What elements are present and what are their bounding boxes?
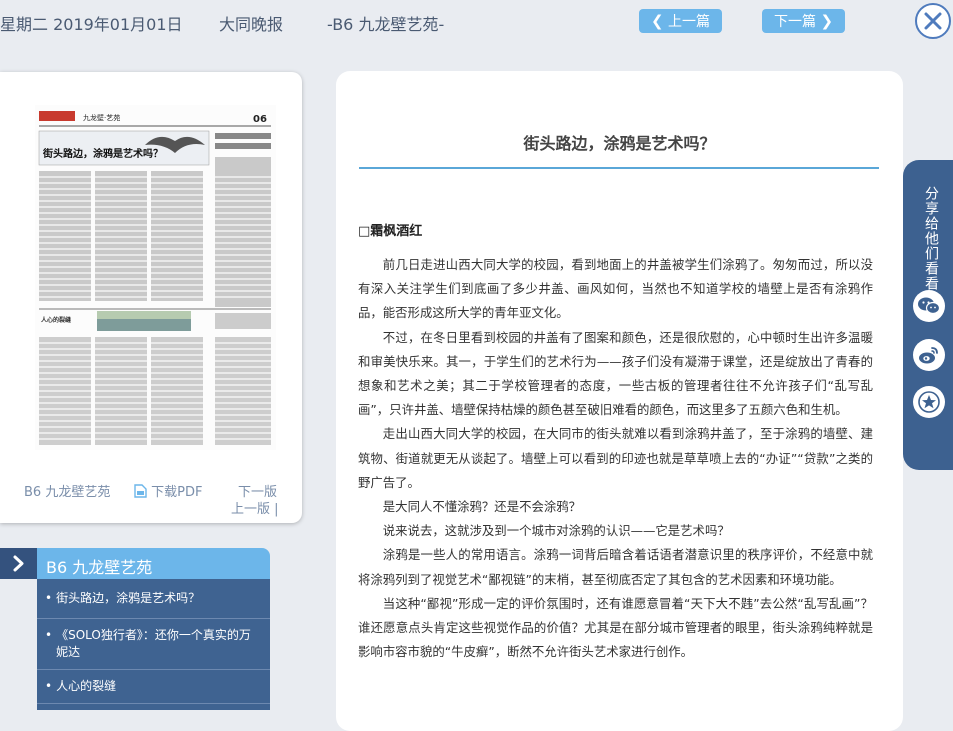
article-list-item[interactable]: • 街头路边，涂鸦是艺术吗？ (37, 579, 270, 619)
thumb-sub-label: 人心的裂缝 (41, 316, 71, 324)
article-paragraph: 当这种“鄙视”形成一定的评价氛围时，还有谁愿意冒着“天下大不韪”去公然“乱写乱画… (358, 595, 873, 660)
paper-name: 大同晚报 (219, 15, 284, 34)
newspaper-page-image[interactable]: 九龙壁·艺苑 06 街头路边，涂鸦是艺术吗？ 人心的裂缝 (35, 105, 276, 450)
next-article-label: 下一篇 (773, 14, 816, 30)
article-author: □霜枫酒红 (358, 224, 423, 239)
prev-article-button[interactable]: ❮ 上一篇 (639, 9, 722, 33)
section-toggle[interactable] (0, 548, 37, 579)
weibo-share-button[interactable] (913, 339, 945, 371)
wechat-share-button[interactable] (913, 290, 945, 322)
article-list-item-label: 《SOLO独行者》：还你一个真实的万妮达 (56, 628, 251, 659)
article-paragraph: 说来说去，这就涉及到一个城市对涂鸦的认识——它是艺术吗？ (382, 523, 730, 539)
title-divider (359, 167, 879, 169)
chevron-left-icon: ❮ (650, 12, 664, 30)
wechat-icon (918, 297, 941, 315)
download-pdf-link[interactable]: 下载PDF (134, 481, 202, 500)
article-paragraph: 走出山西大同大学的校园，在大同市的街头就难以看到涂鸦井盖了，至于涂鸦的墙壁、建筑… (358, 426, 873, 490)
thumb-page-name: B6 九龙壁艺苑 (24, 485, 111, 500)
close-button[interactable] (915, 3, 951, 39)
close-icon (924, 12, 942, 30)
article-list-item[interactable]: • 《SOLO独行者》：还你一个真实的万妮达 (37, 619, 270, 670)
favorite-share-button[interactable] (913, 386, 945, 418)
section-header[interactable]: B6 九龙壁艺苑 (0, 548, 270, 579)
share-label: 分享给他们看看 (923, 186, 939, 291)
favorite-star-icon (918, 391, 940, 413)
article-paragraph: 涂鸦是一些人的常用语言。涂鸦一词背后暗含着话语者潜意识里的秩序评价，不经意中就将… (358, 547, 873, 587)
article-list-item-label: 人心的裂缝 (56, 679, 117, 693)
article-paragraph: 前几日走进山西大同大学的校园，看到地面上的井盖被学生们涂鸦了。匆匆而过，所以没有… (358, 257, 873, 321)
article-list-item-label: 街头路边，涂鸦是艺术吗？ (56, 591, 201, 605)
page-label: -B6 九龙壁艺苑- (327, 15, 445, 34)
next-article-button[interactable]: 下一篇 ❯ (762, 9, 845, 33)
download-pdf-label: 下载PDF (151, 485, 203, 500)
section-title: B6 九龙壁艺苑 (46, 558, 153, 577)
article-paragraph: 是大同人不懂涂鸦？还是不会涂鸦？ (382, 499, 582, 515)
chevron-right-icon: ❯ (820, 12, 834, 30)
thumb-section-mark: 九龙壁·艺苑 (83, 113, 120, 122)
share-panel: 分享给他们看看 (903, 160, 953, 470)
article-list-item[interactable]: • 人心的裂缝 (37, 670, 270, 704)
prev-page-link[interactable]: 上一版 | (231, 498, 279, 517)
issue-date: 星期二 2019年01月01日 (0, 15, 183, 34)
prev-article-label: 上一篇 (668, 14, 711, 30)
weibo-icon (919, 347, 938, 364)
page-thumbnail-card: 九龙壁·艺苑 06 街头路边，涂鸦是艺术吗？ 人心的裂缝 B6 九龙壁艺苑 下载… (0, 72, 302, 523)
thumb-page-number: 06 (253, 114, 267, 125)
chevron-right-icon (13, 555, 24, 572)
top-bar: 星期二 2019年01月01日 大同晚报 -B6 九龙壁艺苑- ❮ 上一篇 下一… (0, 0, 953, 45)
article-paragraph: 不过，在冬日里看到校园的井盖有了图案和颜色，还是很欣慰的，心中顿时生出许多温暖和… (358, 329, 873, 418)
article-title: 街头路边，涂鸦是艺术吗？ (523, 134, 716, 153)
pdf-icon (134, 484, 147, 498)
article-body: 前几日走进山西大同大学的校园，看到地面上的井盖被学生们涂鸦了。匆匆而过，所以没有… (358, 253, 873, 664)
article-list: • 街头路边，涂鸦是艺术吗？ • 《SOLO独行者》：还你一个真实的万妮达 • 人心的… (37, 579, 270, 710)
thumb-headline: 街头路边，涂鸦是艺术吗？ (42, 147, 163, 160)
article-panel: 街头路边，涂鸦是艺术吗？ □霜枫酒红 前几日走进山西大同大学的校园，看到地面上的… (336, 71, 903, 731)
